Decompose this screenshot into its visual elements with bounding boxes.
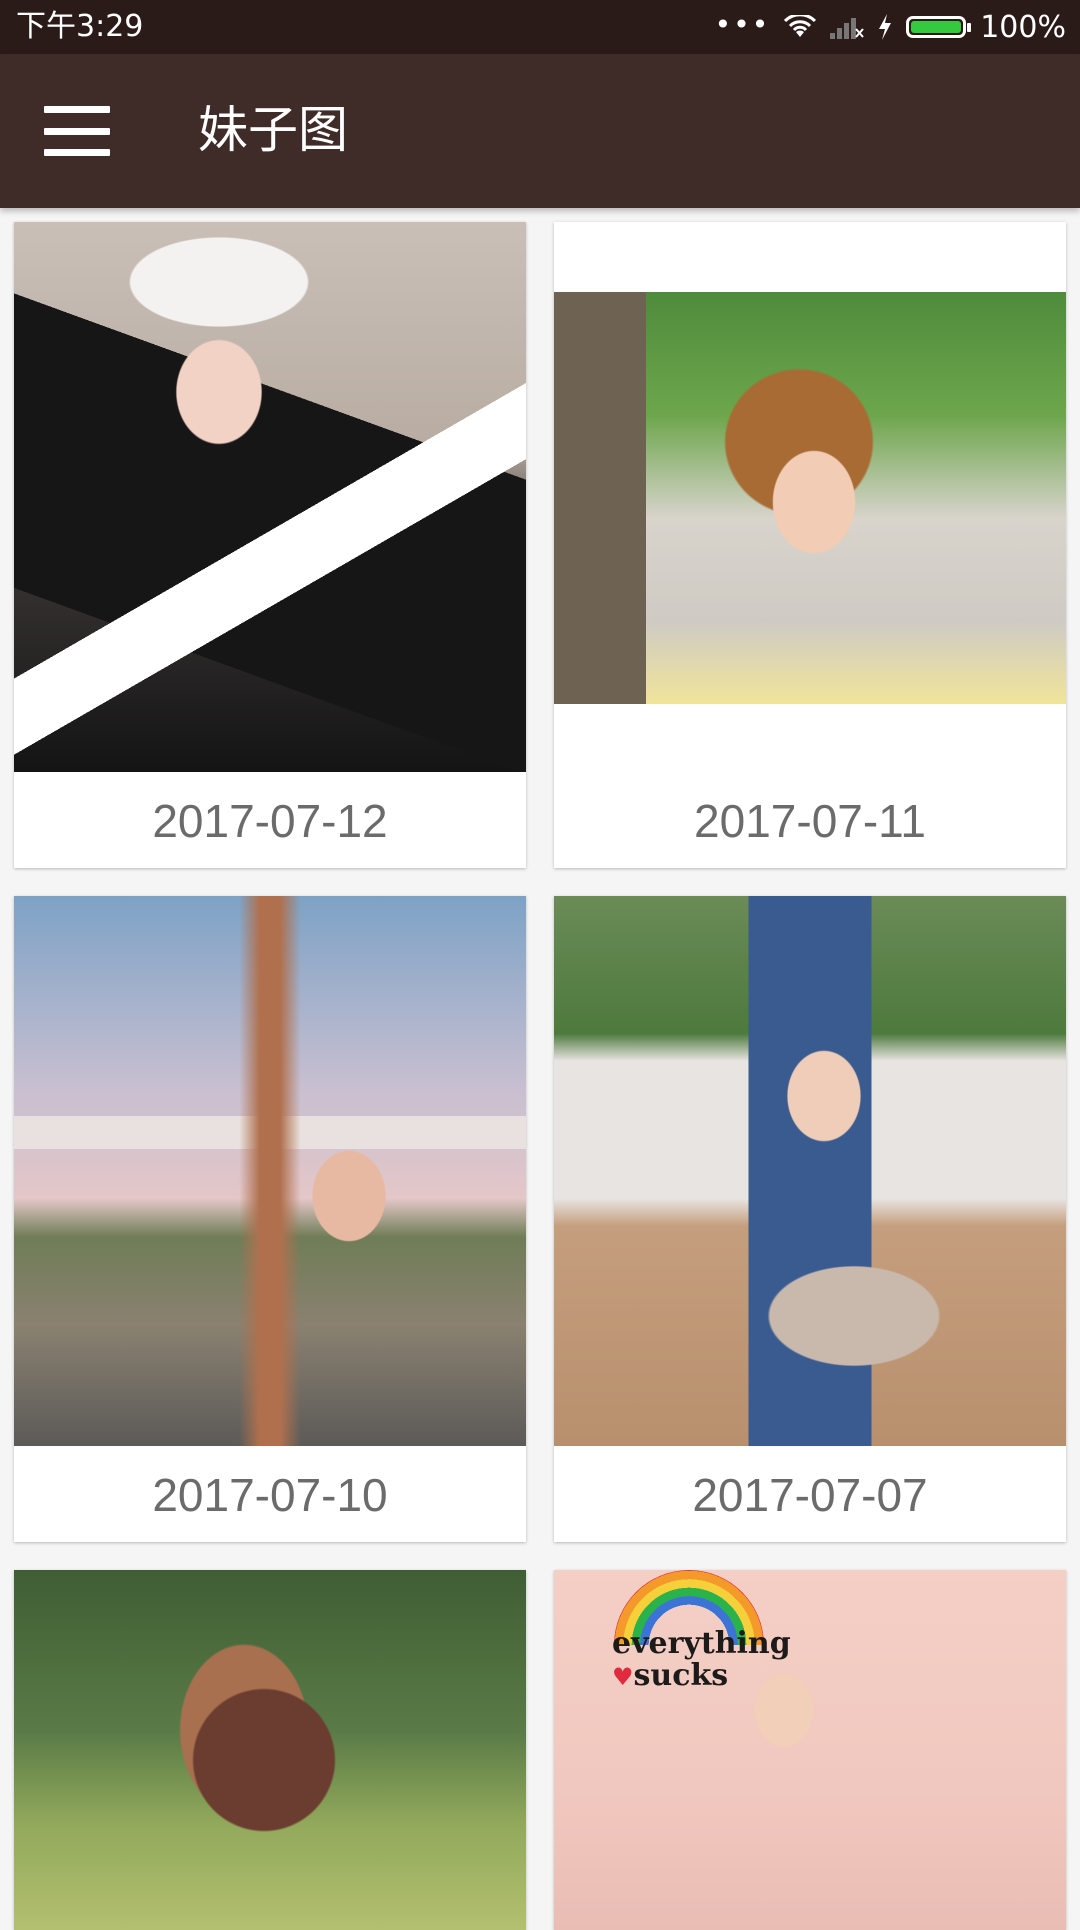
gallery-photo[interactable] — [554, 896, 1066, 1446]
gallery-photo[interactable] — [14, 222, 526, 772]
app-bar: 妹子图 — [0, 54, 1080, 208]
card-date: 2017-07-11 — [694, 795, 926, 847]
wall-text-line1: everything — [612, 1626, 791, 1661]
more-dots-icon: ••• — [714, 7, 771, 41]
gallery-card[interactable]: 2017-07-07 — [554, 896, 1066, 1542]
battery-percent: 100% — [980, 9, 1066, 45]
hamburger-menu-icon[interactable] — [44, 106, 110, 156]
charging-icon — [878, 14, 892, 40]
gallery-photo[interactable]: everything ♥sucks — [554, 1570, 1066, 1930]
signal-icon — [830, 15, 864, 39]
app-title: 妹子图 — [198, 101, 348, 159]
status-icons: ••• 100% — [715, 8, 1066, 46]
wall-text-line2: sucks — [633, 1658, 729, 1693]
wall-lettering: everything ♥sucks — [612, 1628, 791, 1693]
wifi-icon — [784, 15, 817, 39]
gallery-card[interactable]: 2017-07-12 — [14, 222, 526, 868]
status-bar: 下午3:29 ••• 100% — [0, 0, 1080, 54]
battery-icon — [906, 16, 972, 38]
gallery-photo[interactable] — [14, 896, 526, 1446]
card-date: 2017-07-07 — [692, 1469, 928, 1521]
battery-fill — [911, 21, 962, 33]
gallery-card[interactable] — [14, 1570, 526, 1930]
gallery-photo[interactable] — [554, 292, 1066, 704]
gallery-card[interactable]: 2017-07-10 — [14, 896, 526, 1542]
gallery-card[interactable]: 2017-07-11 — [554, 222, 1066, 868]
card-date: 2017-07-10 — [152, 1469, 388, 1521]
status-time: 下午3:29 — [16, 9, 144, 44]
gallery-card[interactable]: everything ♥sucks — [554, 1570, 1066, 1930]
heart-icon: ♥ — [612, 1662, 634, 1691]
gallery-photo[interactable] — [14, 1570, 526, 1930]
card-date: 2017-07-12 — [152, 795, 388, 847]
